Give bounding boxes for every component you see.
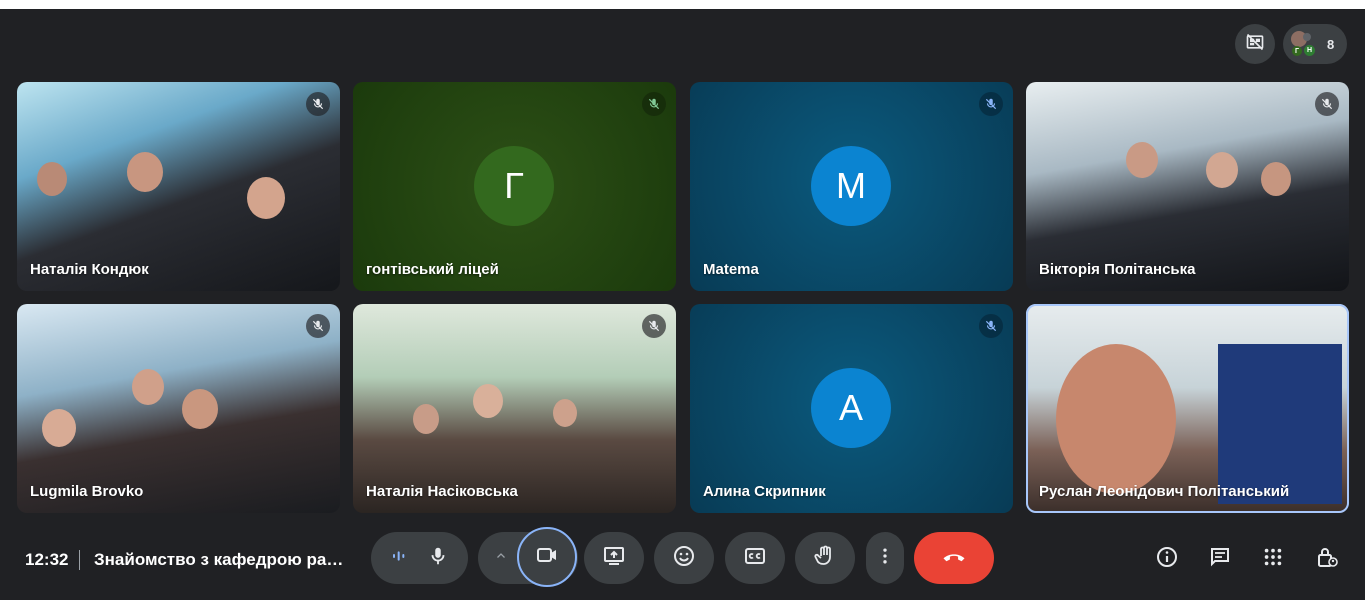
captions-button[interactable] — [725, 532, 785, 584]
emoji-icon — [672, 544, 696, 573]
captions-icon — [743, 544, 767, 573]
video-tile[interactable]: Наталія Кондюк — [17, 82, 340, 291]
audio-level-icon[interactable] — [391, 548, 407, 569]
camera-button[interactable] — [517, 527, 577, 587]
participant-name: Наталія Кондюк — [30, 261, 149, 278]
host-controls-button[interactable] — [1313, 545, 1341, 573]
participant-video — [473, 384, 503, 418]
present-screen-icon — [602, 544, 626, 573]
no-layout-icon — [1245, 32, 1265, 57]
leave-call-button[interactable] — [914, 532, 994, 584]
participant-video — [1126, 142, 1158, 178]
mic-off-icon — [642, 314, 666, 338]
participant-video — [413, 404, 439, 434]
participant-video — [42, 409, 76, 447]
participant-name: Руслан Леонідович Політанський — [1039, 483, 1290, 500]
host-lock-icon — [1315, 545, 1339, 574]
video-tile[interactable]: Наталія Насіковська — [353, 304, 676, 513]
activities-button[interactable] — [1259, 545, 1287, 573]
participant-video — [1261, 162, 1291, 196]
avatar: Г — [1292, 46, 1302, 56]
mic-off-icon — [306, 92, 330, 116]
present-button[interactable] — [584, 532, 644, 584]
video-tile[interactable]: Вікторія Політанська — [1026, 82, 1349, 291]
participant-name: Алина Скрипник — [703, 483, 826, 500]
video-tile[interactable]: M Matema — [690, 82, 1013, 291]
mic-control-group — [371, 532, 468, 584]
participant-video — [37, 162, 67, 196]
participant-count: 8 — [1327, 36, 1335, 52]
mic-off-icon — [979, 92, 1003, 116]
mic-off-icon — [306, 314, 330, 338]
mic-off-icon — [1315, 92, 1339, 116]
participant-video — [132, 369, 164, 405]
video-tile-self[interactable]: Руслан Леонідович Політанський — [1026, 304, 1349, 513]
layout-button[interactable] — [1235, 24, 1275, 64]
video-tile[interactable]: Г гонтівський ліцей — [353, 82, 676, 291]
meeting-details-button[interactable] — [1153, 545, 1181, 573]
avatar: A — [811, 368, 891, 448]
avatar: M — [811, 146, 891, 226]
mic-icon[interactable] — [427, 545, 449, 572]
participant-name: Lugmila Brovko — [30, 483, 144, 500]
bottom-control-bar: 12:32 Знайомство з кафедрою радіотехніки — [0, 520, 1365, 600]
participant-name: гонтівський ліцей — [366, 261, 499, 278]
call-end-icon — [940, 542, 968, 575]
participant-video — [247, 177, 285, 219]
apps-grid-icon — [1262, 546, 1284, 573]
participant-video — [1206, 152, 1238, 188]
participant-video — [553, 399, 577, 427]
chat-button[interactable] — [1206, 545, 1234, 573]
reactions-button[interactable] — [654, 532, 714, 584]
more-vert-icon — [875, 546, 895, 571]
mic-off-icon — [979, 314, 1003, 338]
meeting-title: Знайомство з кафедрою радіотехніки — [94, 550, 346, 569]
participant-video — [182, 389, 218, 429]
video-tile[interactable]: Lugmila Brovko — [17, 304, 340, 513]
divider — [79, 550, 80, 570]
participant-avatars: Г Н — [1291, 31, 1317, 57]
camera-icon — [535, 543, 559, 572]
avatar: Н — [1304, 45, 1315, 56]
info-icon — [1155, 545, 1179, 574]
participant-video — [1056, 344, 1176, 494]
mic-off-icon — [642, 92, 666, 116]
chevron-up-icon[interactable] — [495, 549, 507, 567]
participant-name: Вікторія Політанська — [1039, 261, 1196, 278]
avatar — [1303, 33, 1311, 41]
top-strip — [0, 0, 1365, 9]
people-button[interactable]: Г Н 8 — [1283, 24, 1347, 64]
chat-icon — [1208, 545, 1232, 574]
more-options-button[interactable] — [866, 532, 904, 584]
avatar: Г — [474, 146, 554, 226]
participant-name: Matema — [703, 261, 759, 278]
participant-name: Наталія Насіковська — [366, 483, 518, 500]
wall-board — [1218, 344, 1342, 504]
participant-video — [127, 152, 163, 192]
raise-hand-icon — [813, 544, 837, 573]
clock: 12:32 — [25, 550, 69, 569]
video-tile[interactable]: A Алина Скрипник — [690, 304, 1013, 513]
raise-hand-button[interactable] — [795, 532, 855, 584]
